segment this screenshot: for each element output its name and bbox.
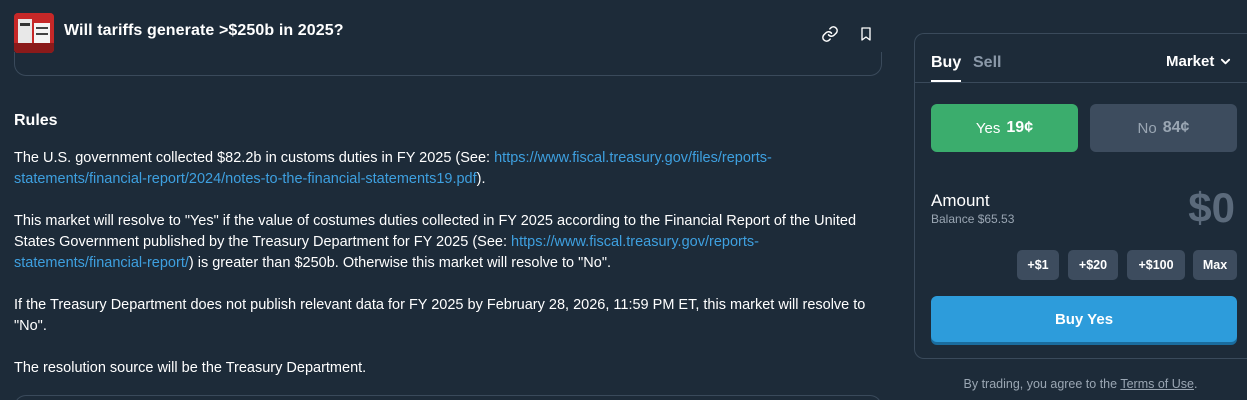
add-1-button[interactable]: +$1 <box>1017 250 1059 280</box>
add-100-button[interactable]: +$100 <box>1127 250 1185 280</box>
rules-text: ) is greater than $250b. Otherwise this … <box>188 255 611 271</box>
balance-text: Balance $65.53 <box>931 212 1015 226</box>
rules-text: ). <box>476 171 486 187</box>
market-thumbnail <box>14 13 54 53</box>
bookmark-icon[interactable] <box>856 24 876 44</box>
buy-yes-button[interactable]: Buy Yes <box>931 296 1237 342</box>
order-type-label: Market <box>1166 53 1215 70</box>
yes-label: Yes <box>975 119 1001 137</box>
rules-heading: Rules <box>14 112 58 129</box>
market-title: Will tariffs generate >$250b in 2025? <box>64 22 344 39</box>
terms-suffix: . <box>1193 377 1198 391</box>
rules-paragraph-4: The resolution source will be the Treasu… <box>14 360 367 376</box>
trade-tabs: Buy Sell Market <box>915 34 1247 83</box>
next-panel-edge <box>14 395 882 400</box>
rules-text: The U.S. government collected $82.2b in … <box>14 150 495 166</box>
yes-outcome-button[interactable]: Yes 19¢ <box>931 104 1078 152</box>
link-icon[interactable] <box>820 24 840 44</box>
max-button[interactable]: Max <box>1193 250 1237 280</box>
rules-paragraph-3: If the Treasury Department does not publ… <box>14 297 866 334</box>
amount-input[interactable]: $0 <box>1188 184 1235 232</box>
amount-label: Amount <box>931 191 990 210</box>
no-outcome-button[interactable]: No 84¢ <box>1090 104 1237 152</box>
tab-buy[interactable]: Buy <box>931 54 961 72</box>
add-20-button[interactable]: +$20 <box>1068 250 1118 280</box>
tab-sell[interactable]: Sell <box>973 54 1001 72</box>
rules-section: Rules The U.S. government collected $82.… <box>14 112 884 400</box>
trade-panel: Buy Sell Market Yes 19¢ No 84¢ Amount Ba… <box>914 33 1247 359</box>
terms-of-use-link[interactable]: Terms of Use <box>1120 377 1194 391</box>
yes-price: 19¢ <box>1006 119 1034 136</box>
previous-panel-edge <box>14 52 882 76</box>
tab-active-indicator <box>931 80 961 82</box>
rules-paragraph-2: This market will resolve to "Yes" if the… <box>14 211 884 274</box>
chevron-down-icon <box>1221 58 1231 65</box>
no-label: No <box>1137 119 1157 137</box>
order-type-dropdown[interactable]: Market <box>1166 53 1231 70</box>
no-price: 84¢ <box>1162 119 1190 136</box>
terms-prefix: By trading, you agree to the <box>963 377 1121 391</box>
terms-notice: By trading, you agree to the Terms of Us… <box>914 377 1247 391</box>
rules-paragraph-1: The U.S. government collected $82.2b in … <box>14 148 884 190</box>
